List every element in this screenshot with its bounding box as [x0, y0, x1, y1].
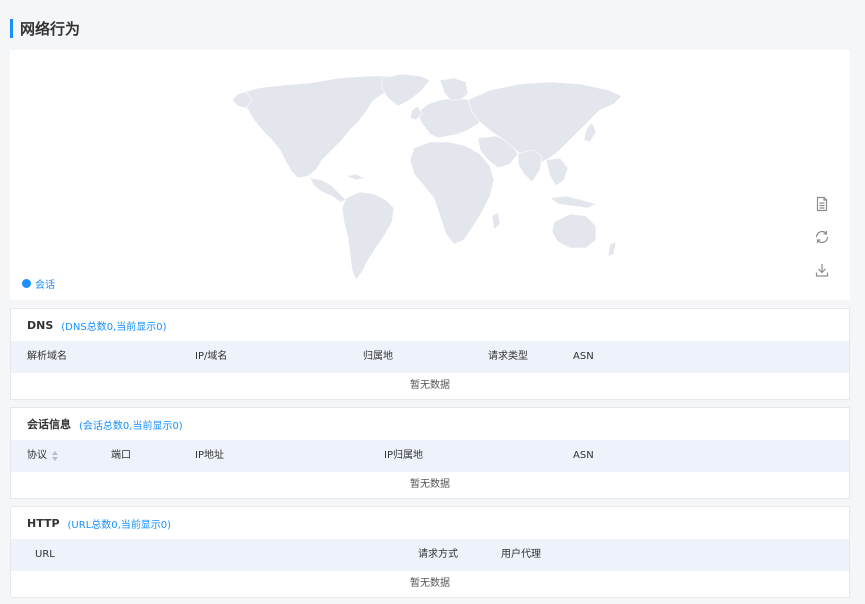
world-map[interactable] — [10, 50, 850, 300]
map-region-caribbean — [344, 173, 365, 181]
map-region-africa — [409, 141, 495, 245]
page-header: 网络行为 — [10, 18, 80, 38]
http-section: HTTP (URL总数0,当前显示0) URL 请求方式 用户代理 暂无数据 — [10, 506, 850, 598]
sort-icon[interactable] — [52, 451, 59, 461]
map-region-india — [517, 149, 543, 183]
sessions-title: 会话信息 — [27, 418, 71, 431]
column-header-user-agent: 用户代理 — [501, 549, 541, 560]
column-header-ip-address: IP地址 — [195, 450, 224, 461]
dns-title: DNS — [27, 318, 54, 332]
http-empty-state: 暂无数据 — [410, 578, 450, 589]
document-icon[interactable] — [814, 196, 830, 212]
legend-label: 会话 — [35, 280, 55, 291]
map-region-japan — [583, 121, 597, 143]
map-region-southeast-asia — [545, 157, 569, 187]
refresh-icon[interactable] — [814, 229, 830, 245]
dns-header: DNS (DNS总数0,当前显示0) — [11, 309, 849, 341]
http-summary: (URL总数0,当前显示0) — [67, 519, 172, 531]
column-header-request-type: 请求类型 — [488, 351, 528, 362]
column-header-ip-location: IP归属地 — [384, 450, 423, 461]
map-region-central-america — [309, 177, 347, 203]
column-header-method: 请求方式 — [418, 549, 458, 560]
column-header-domain: 解析域名 — [27, 351, 67, 362]
column-header-ip-domain: IP/域名 — [195, 351, 228, 362]
column-header-port: 端口 — [111, 450, 131, 461]
map-region-new-zealand — [607, 241, 617, 257]
world-map-panel: 会话 — [10, 50, 850, 300]
map-legend[interactable]: 会话 — [22, 276, 55, 291]
column-header-asn: ASN — [573, 450, 594, 461]
map-region-scandinavia — [439, 77, 469, 101]
download-icon[interactable] — [814, 262, 830, 278]
map-toolbox — [814, 196, 830, 295]
dns-table-header: 解析域名 IP/域名 归属地 请求类型 ASN — [11, 341, 849, 373]
dns-section: DNS (DNS总数0,当前显示0) 解析域名 IP/域名 归属地 请求类型 A… — [10, 308, 850, 400]
map-region-australia — [551, 213, 597, 249]
column-header-asn: ASN — [573, 351, 594, 362]
title-accent-bar — [10, 18, 13, 38]
map-region-greenland — [381, 73, 431, 107]
legend-dot — [22, 279, 31, 288]
map-region-madagascar — [491, 211, 501, 231]
column-header-url: URL — [35, 549, 55, 560]
column-header-protocol[interactable]: 协议 — [27, 440, 59, 472]
sessions-empty-state: 暂无数据 — [410, 479, 450, 490]
protocol-label: 协议 — [27, 450, 47, 461]
page-title: 网络行为 — [20, 19, 81, 38]
http-header: HTTP (URL总数0,当前显示0) — [11, 507, 849, 539]
map-region-indonesia — [549, 195, 597, 209]
sessions-section: 会话信息 (会话总数0,当前显示0) 协议 端口 IP地址 IP归属地 ASN … — [10, 407, 850, 499]
dns-empty-state: 暂无数据 — [410, 380, 450, 391]
map-region-south-america — [341, 191, 395, 281]
http-table-header: URL 请求方式 用户代理 — [11, 539, 849, 571]
sessions-table-header: 协议 端口 IP地址 IP归属地 ASN — [11, 440, 849, 472]
sessions-summary: (会话总数0,当前显示0) — [79, 420, 183, 432]
sessions-header: 会话信息 (会话总数0,当前显示0) — [11, 408, 849, 440]
dns-summary: (DNS总数0,当前显示0) — [61, 321, 167, 333]
http-title: HTTP — [27, 516, 60, 530]
column-header-location: 归属地 — [363, 351, 393, 362]
